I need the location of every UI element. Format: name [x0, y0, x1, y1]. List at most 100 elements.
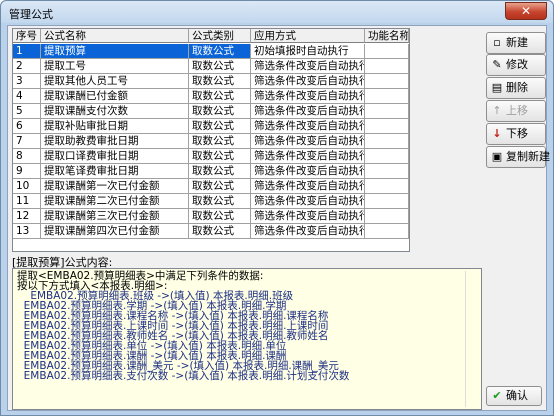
cell-func[interactable] — [365, 59, 409, 74]
cell-mode[interactable]: 筛选条件改变后自动执行 — [251, 209, 365, 224]
cell-mode[interactable]: 筛选条件改变后自动执行 — [251, 104, 365, 119]
table-row[interactable]: 5 提取课酬支付次数 取数公式 筛选条件改变后自动执行 — [13, 104, 409, 119]
cell-mode[interactable]: 筛选条件改变后自动执行 — [251, 194, 365, 209]
edit-button-label: 修改 — [506, 58, 528, 71]
table-row[interactable]: 6 提取补贴审批日期 取数公式 筛选条件改变后自动执行 — [13, 119, 409, 134]
cell-name[interactable]: 提取课酬第二次已付金额 — [41, 194, 189, 209]
edit-button[interactable]: ✎ 修改 — [486, 54, 546, 76]
cell-func[interactable] — [365, 74, 409, 89]
cell-name[interactable]: 提取课酬第一次已付金额 — [41, 179, 189, 194]
cell-category[interactable]: 取数公式 — [189, 179, 251, 194]
cell-func[interactable] — [365, 149, 409, 164]
table-row[interactable]: 12 提取课酬第三次已付金额 取数公式 筛选条件改变后自动执行 — [13, 209, 409, 224]
move-up-button[interactable]: ↑ 上移 — [486, 100, 546, 122]
move-down-button[interactable]: ↓ 下移 — [486, 123, 546, 145]
col-header-mode[interactable]: 应用方式 — [251, 29, 365, 43]
table-row[interactable]: 9 提取笔译费审批日期 取数公式 筛选条件改变后自动执行 — [13, 164, 409, 179]
table-row[interactable]: 1 提取预算 取数公式 初始填报时自动执行 — [13, 44, 409, 59]
formula-line: EMBA02.预算明细表.支付次数 ->(填入值) 本报表.明细.计划支付次数 — [17, 370, 350, 382]
delete-button[interactable]: ▤ 删除 — [486, 77, 546, 99]
col-header-func[interactable]: 功能名称 — [365, 29, 409, 43]
col-header-category[interactable]: 公式类别 — [189, 29, 251, 43]
cell-category[interactable]: 取数公式 — [189, 59, 251, 74]
cell-mode[interactable]: 筛选条件改变后自动执行 — [251, 134, 365, 149]
cell-no[interactable]: 11 — [13, 194, 41, 209]
cell-name[interactable]: 提取课酬支付次数 — [41, 104, 189, 119]
table-row[interactable]: 8 提取口译费审批日期 取数公式 筛选条件改变后自动执行 — [13, 149, 409, 164]
table-row[interactable]: 2 提取工号 取数公式 筛选条件改变后自动执行 — [13, 59, 409, 74]
cell-category[interactable]: 取数公式 — [189, 119, 251, 134]
cell-no[interactable]: 13 — [13, 224, 41, 239]
col-header-no[interactable]: 序号 — [13, 29, 41, 43]
cell-no[interactable]: 5 — [13, 104, 41, 119]
vertical-scrollbar[interactable] — [465, 271, 477, 407]
confirm-button[interactable]: ✔ 确认 — [486, 386, 542, 406]
cell-mode[interactable]: 初始填报时自动执行 — [251, 44, 365, 59]
col-header-name[interactable]: 公式名称 — [41, 29, 189, 43]
cell-func[interactable] — [365, 224, 409, 239]
cell-no[interactable]: 3 — [13, 74, 41, 89]
cell-no[interactable]: 8 — [13, 149, 41, 164]
cell-name[interactable]: 提取笔译费审批日期 — [41, 164, 189, 179]
cell-func[interactable] — [365, 179, 409, 194]
cell-mode[interactable]: 筛选条件改变后自动执行 — [251, 224, 365, 239]
cell-mode[interactable]: 筛选条件改变后自动执行 — [251, 179, 365, 194]
cell-mode[interactable]: 筛选条件改变后自动执行 — [251, 89, 365, 104]
cell-no[interactable]: 9 — [13, 164, 41, 179]
table-row[interactable]: 11 提取课酬第二次已付金额 取数公式 筛选条件改变后自动执行 — [13, 194, 409, 209]
cell-name[interactable]: 提取课酬第三次已付金额 — [41, 209, 189, 224]
cell-category[interactable]: 取数公式 — [189, 74, 251, 89]
cell-no[interactable]: 10 — [13, 179, 41, 194]
table-row[interactable]: 3 提取其他人员工号 取数公式 筛选条件改变后自动执行 — [13, 74, 409, 89]
table-row[interactable]: 10 提取课酬第一次已付金额 取数公式 筛选条件改变后自动执行 — [13, 179, 409, 194]
table-row[interactable]: 4 提取课酬已付金额 取数公式 筛选条件改变后自动执行 — [13, 89, 409, 104]
cell-func[interactable] — [365, 104, 409, 119]
formula-content-textarea[interactable]: 提取<EMBA02.预算明细表>中满足下列条件的数据: 按以下方式填入<本报表.明… — [12, 268, 482, 410]
confirm-button-label: 确认 — [506, 389, 528, 402]
cell-mode[interactable]: 筛选条件改变后自动执行 — [251, 119, 365, 134]
cell-no[interactable]: 4 — [13, 89, 41, 104]
cell-name[interactable]: 提取其他人员工号 — [41, 74, 189, 89]
cell-func[interactable] — [365, 134, 409, 149]
cell-category[interactable]: 取数公式 — [189, 134, 251, 149]
cell-func[interactable] — [365, 119, 409, 134]
cell-no[interactable]: 6 — [13, 119, 41, 134]
cell-name[interactable]: 提取助教费审批日期 — [41, 134, 189, 149]
new-button[interactable]: ▫ 新建 — [486, 32, 546, 54]
cell-name[interactable]: 提取课酬第四次已付金额 — [41, 224, 189, 239]
cell-func[interactable] — [365, 89, 409, 104]
move-up-button-label: 上移 — [506, 104, 528, 117]
cell-no[interactable]: 1 — [13, 44, 41, 59]
table-row[interactable]: 7 提取助教费审批日期 取数公式 筛选条件改变后自动执行 — [13, 134, 409, 149]
cell-func[interactable] — [365, 209, 409, 224]
table-row[interactable]: 13 提取课酬第四次已付金额 取数公式 筛选条件改变后自动执行 — [13, 224, 409, 239]
cell-name[interactable]: 提取预算 — [41, 44, 189, 59]
cell-func[interactable] — [365, 194, 409, 209]
cell-mode[interactable]: 筛选条件改变后自动执行 — [251, 59, 365, 74]
cell-category[interactable]: 取数公式 — [189, 104, 251, 119]
cell-mode[interactable]: 筛选条件改变后自动执行 — [251, 74, 365, 89]
cell-func[interactable] — [365, 44, 409, 59]
cell-category[interactable]: 取数公式 — [189, 224, 251, 239]
cell-mode[interactable]: 筛选条件改变后自动执行 — [251, 149, 365, 164]
cell-name[interactable]: 提取补贴审批日期 — [41, 119, 189, 134]
cell-no[interactable]: 12 — [13, 209, 41, 224]
cell-category[interactable]: 取数公式 — [189, 194, 251, 209]
cell-category[interactable]: 取数公式 — [189, 89, 251, 104]
cell-category[interactable]: 取数公式 — [189, 44, 251, 59]
cell-func[interactable] — [365, 164, 409, 179]
move-down-button-label: 下移 — [506, 127, 528, 140]
cell-no[interactable]: 7 — [13, 134, 41, 149]
copy-new-button[interactable]: ▣ 复制新建 — [486, 146, 550, 168]
cell-name[interactable]: 提取工号 — [41, 59, 189, 74]
cell-name[interactable]: 提取口译费审批日期 — [41, 149, 189, 164]
cell-no[interactable]: 2 — [13, 59, 41, 74]
cell-category[interactable]: 取数公式 — [189, 149, 251, 164]
cell-category[interactable]: 取数公式 — [189, 164, 251, 179]
close-button[interactable]: ✕ — [505, 2, 547, 20]
cell-name[interactable]: 提取课酬已付金额 — [41, 89, 189, 104]
formula-table[interactable]: 序号 公式名称 公式类别 应用方式 功能名称 1 提取预算 取数公式 初始填报时自动执… — [12, 28, 410, 252]
cell-mode[interactable]: 筛选条件改变后自动执行 — [251, 164, 365, 179]
cell-category[interactable]: 取数公式 — [189, 209, 251, 224]
title-bar[interactable]: 管理公式 ✕ — [1, 1, 553, 23]
